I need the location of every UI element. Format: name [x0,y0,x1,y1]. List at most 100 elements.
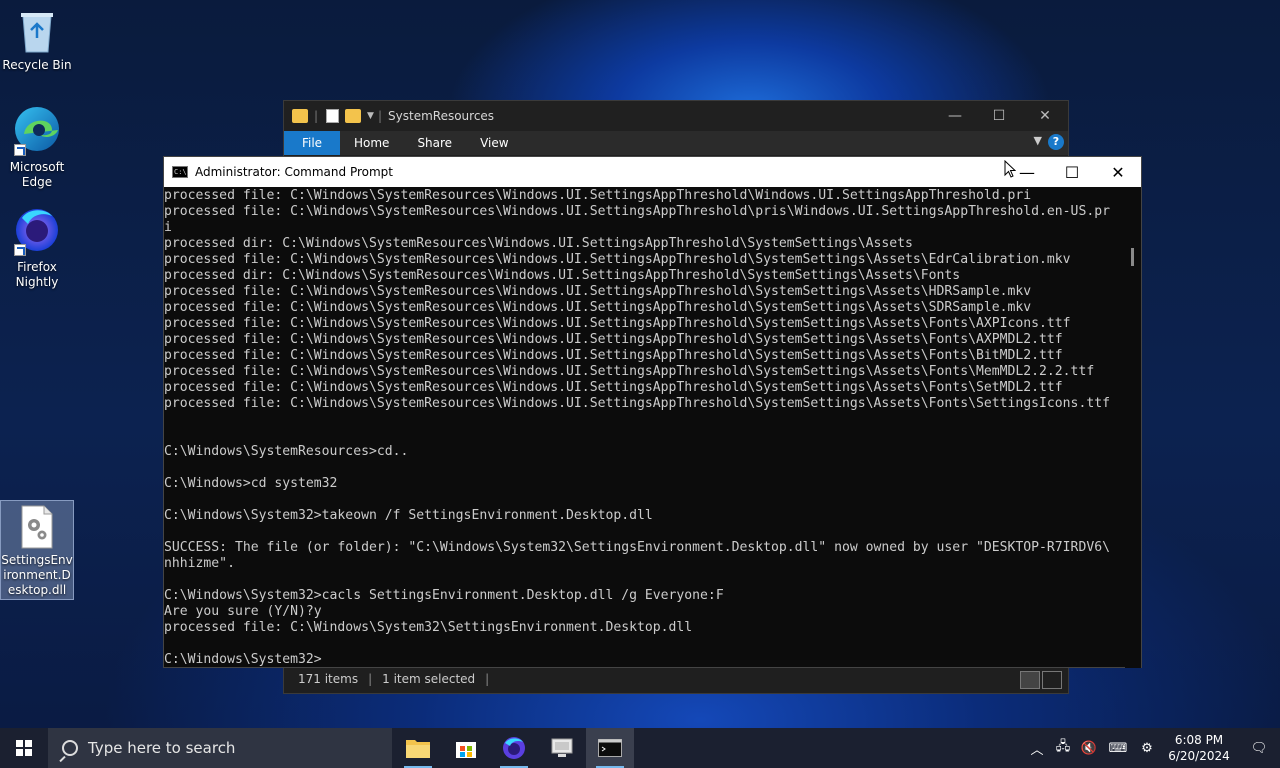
cmd-icon: C:\ [172,166,188,178]
cmd-output-line: processed file: C:\Windows\SystemResourc… [164,332,1063,347]
shortcut-arrow-icon [14,144,26,156]
network-icon[interactable]: 🖧 [1051,737,1075,759]
command-prompt-window[interactable]: C:\ Administrator: Command Prompt — ☐ ✕ … [163,156,1142,668]
large-icons-view-button[interactable] [1042,671,1062,689]
desktop-icon-dll-file[interactable]: SettingsEnvironment.Desktop.dll [0,500,74,600]
cmd-output-line [164,572,1128,588]
desktop-icon-recycle-bin[interactable]: Recycle Bin [0,8,74,73]
cmd-maximize-button[interactable]: ☐ [1049,157,1095,187]
command-prompt-icon [598,739,622,757]
cmd-output-line: C:\Windows\SystemResources>cd.. [164,444,409,459]
cmd-scrollbar[interactable] [1125,188,1141,668]
selected-count: 1 item selected [382,672,476,686]
system-tray: ︿ 🖧 🔇 ⌨ ⚙ 6:08 PM 6/20/2024 🗨 [1024,728,1280,768]
cmd-output-line [164,636,1128,652]
divider: | [485,672,490,686]
cmd-output-line: processed dir: C:\Windows\SystemResource… [164,236,913,251]
cmd-output-line: processed file: C:\Windows\System32\Sett… [164,620,693,635]
help-icon[interactable]: ? [1048,134,1064,150]
windows-logo-icon [16,740,32,756]
file-explorer-icon [406,740,430,758]
clock-date: 6/20/2024 [1168,749,1230,763]
taskbar-clock[interactable]: 6:08 PM 6/20/2024 [1160,732,1238,764]
tab-file[interactable]: File [284,131,340,155]
keyboard-icon[interactable]: ⌨ [1103,741,1133,756]
dll-file-icon [21,505,53,549]
desktop-icon-label: Microsoft Edge [9,160,65,189]
cmd-output-line: processed file: C:\Windows\SystemResourc… [164,364,1095,379]
cmd-output-line: C:\Windows\System32>takeown /f SettingsE… [164,508,653,523]
cmd-output-line: nhhizme". [164,556,235,571]
cmd-output-line [164,524,1128,540]
volume-muted-icon[interactable]: 🔇 [1077,741,1101,756]
taskbar-search[interactable]: Type here to search [48,728,392,768]
desktop-icon-label: SettingsEnvironment.Desktop.dll [1,553,73,597]
explorer-title: SystemResources [388,109,495,123]
cmd-output-line: C:\Windows\System32> [164,652,322,667]
cmd-output-line: processed file: C:\Windows\SystemResourc… [164,252,1071,267]
properties-icon[interactable] [326,109,340,123]
cmd-output-line: processed file: C:\Windows\SystemResourc… [164,316,1071,331]
taskbar: Type here to search ︿ 🖧 🔇 ⌨ ⚙ 6:08 PM 6/… [0,728,1280,768]
taskbar-remote-desktop[interactable] [538,728,586,768]
desktop-icon-firefox-nightly[interactable]: Firefox Nightly [0,204,74,290]
store-icon [456,742,476,758]
quick-access-dropdown-icon[interactable]: ▼ [367,111,374,121]
cmd-output-line [164,412,1128,428]
cmd-output-line: C:\Windows\System32>cacls SettingsEnviro… [164,588,724,603]
cmd-output-line: processed dir: C:\Windows\SystemResource… [164,268,961,283]
cmd-output-line: Are you sure (Y/N)?y [164,604,322,619]
folder-icon [292,109,308,123]
cmd-output-line [164,492,1128,508]
cmd-close-button[interactable]: ✕ [1095,157,1141,187]
tab-view[interactable]: View [466,131,522,155]
recycle-bin-icon [21,13,53,53]
explorer-maximize-button[interactable]: ☐ [976,101,1022,131]
cmd-output-line: processed file: C:\Windows\SystemResourc… [164,284,1032,299]
cmd-output-line: C:\Windows>cd system32 [164,476,338,491]
desktop-icon-label: Firefox Nightly [15,260,59,289]
ribbon-expand-icon[interactable]: ▼ [1034,134,1042,147]
details-view-button[interactable] [1020,671,1040,689]
cmd-output-line: processed file: C:\Windows\SystemResourc… [164,396,1110,411]
explorer-close-button[interactable]: ✕ [1022,101,1068,131]
cmd-titlebar[interactable]: C:\ Administrator: Command Prompt [164,157,1141,187]
cmd-scroll-thumb[interactable] [1131,248,1134,266]
cmd-output-line [164,460,1128,476]
firefox-nightly-icon [503,737,525,759]
search-icon [62,740,78,756]
clock-time: 6:08 PM [1174,733,1224,747]
shortcut-arrow-icon [14,244,26,256]
taskbar-firefox-nightly[interactable] [490,728,538,768]
cmd-output-line: SUCCESS: The file (or folder): "C:\Windo… [164,540,1110,555]
cmd-output-line: processed file: C:\Windows\SystemResourc… [164,204,1110,219]
taskbar-microsoft-store[interactable] [442,728,490,768]
taskbar-file-explorer[interactable] [394,728,442,768]
tab-share[interactable]: Share [403,131,466,155]
remote-desktop-icon [551,738,573,757]
desktop-icon-label: Recycle Bin [2,58,72,72]
cmd-output-line [164,428,1128,444]
start-button[interactable] [0,728,48,768]
divider: | [314,109,319,123]
cmd-output-line: processed file: C:\Windows\SystemResourc… [164,188,1032,203]
explorer-minimize-button[interactable]: — [932,101,978,131]
cmd-output-line: processed file: C:\Windows\SystemResourc… [164,380,1063,395]
mouse-cursor-icon [1004,160,1016,178]
item-count: 171 items [298,672,359,686]
cmd-output[interactable]: processed file: C:\Windows\SystemResourc… [164,188,1128,668]
cmd-output-line: i [164,220,172,235]
search-placeholder: Type here to search [88,739,236,757]
taskbar-command-prompt[interactable] [586,728,634,768]
settings-gear-icon[interactable]: ⚙ [1135,741,1159,756]
show-hidden-icons-icon[interactable]: ︿ [1025,739,1049,758]
tab-home[interactable]: Home [340,131,403,155]
new-folder-icon[interactable] [345,109,362,123]
desktop-icon-edge[interactable]: Microsoft Edge [0,104,74,190]
explorer-status-bar: 171 items | 1 item selected | [284,665,1068,693]
notifications-icon[interactable]: 🗨 [1239,741,1279,756]
cmd-output-line: processed file: C:\Windows\SystemResourc… [164,348,1063,363]
cmd-output-line: processed file: C:\Windows\SystemResourc… [164,300,1032,315]
cmd-title: Administrator: Command Prompt [195,165,393,179]
divider: | [368,672,373,686]
